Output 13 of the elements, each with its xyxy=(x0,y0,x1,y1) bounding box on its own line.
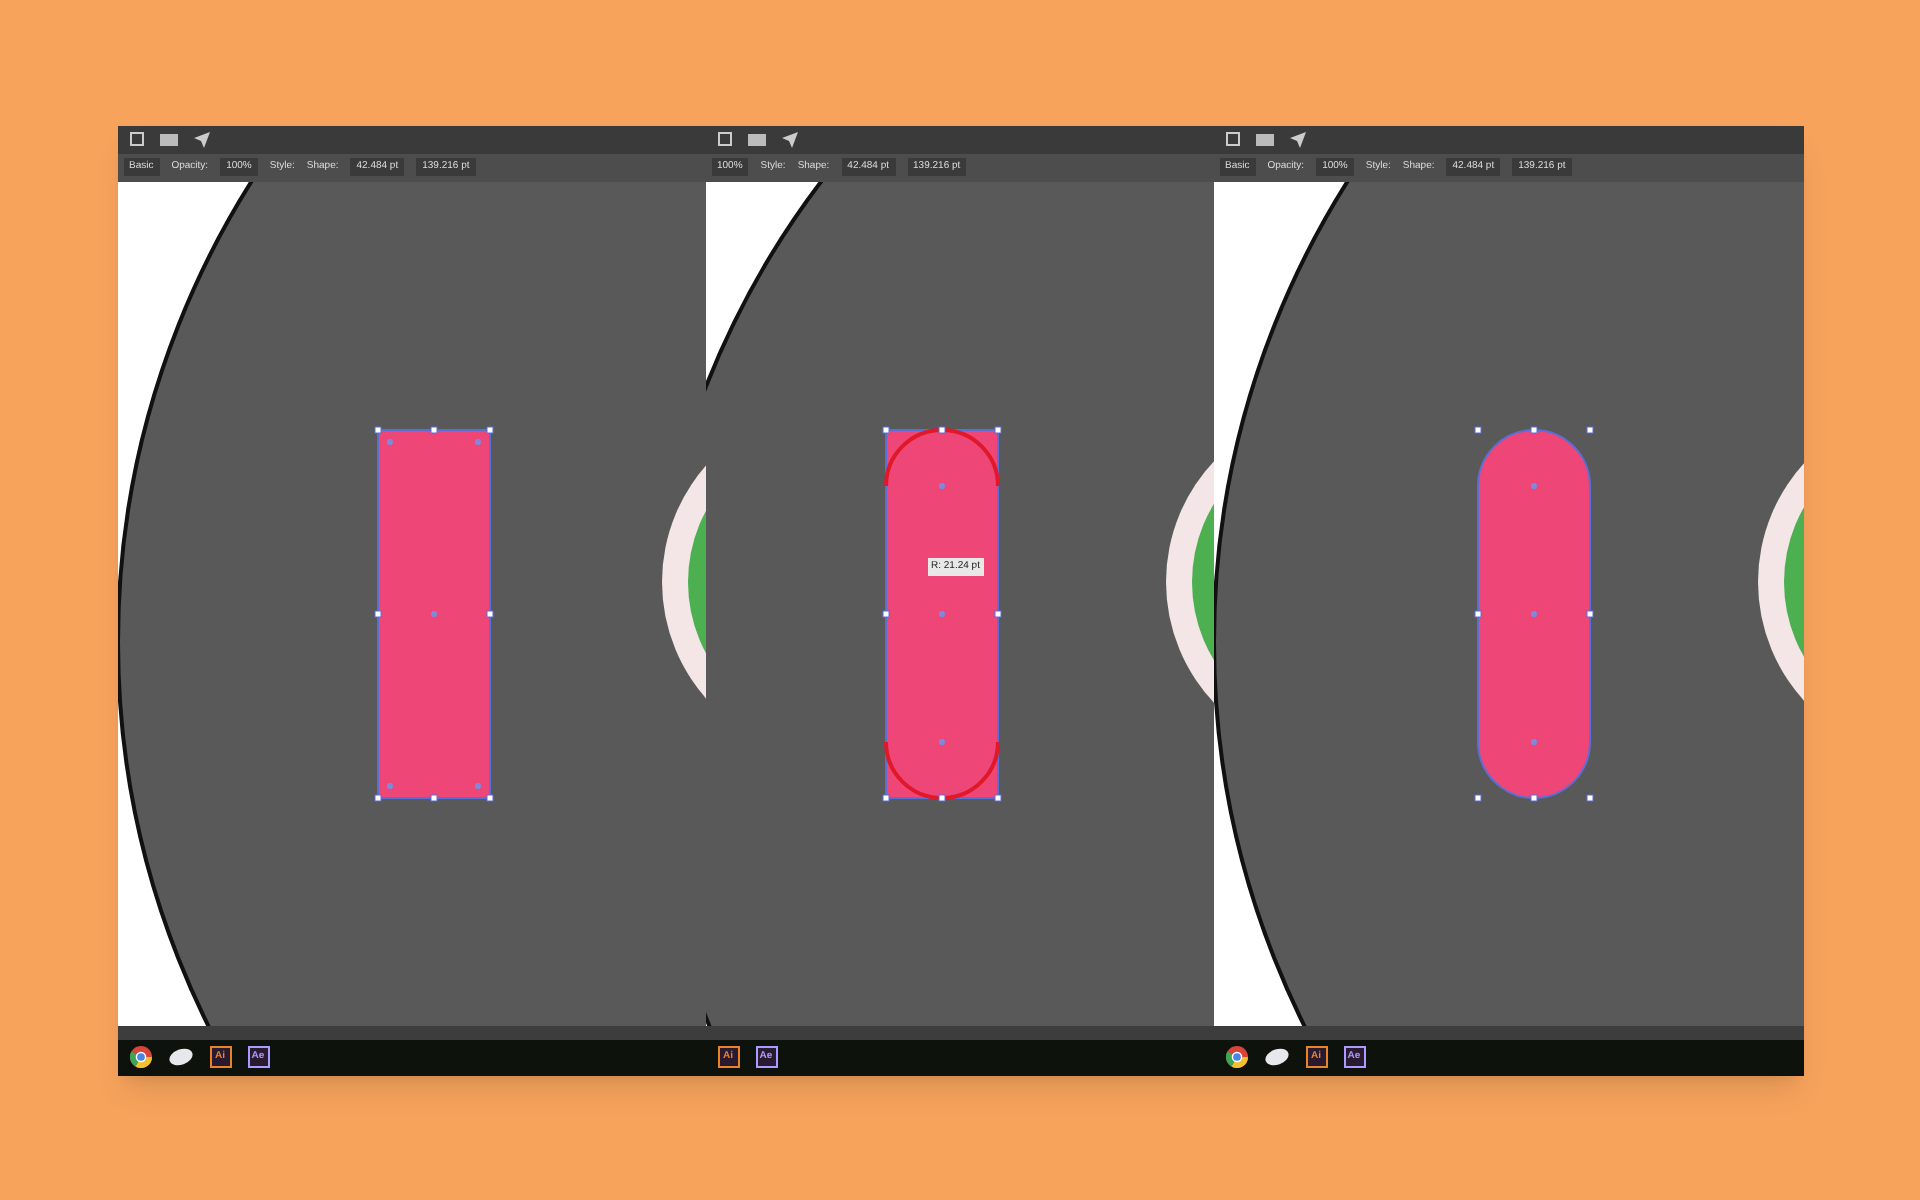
layout-icon[interactable] xyxy=(1255,133,1273,145)
layout-icon[interactable] xyxy=(747,133,765,145)
browser-icon[interactable] xyxy=(129,1046,151,1068)
send-icon[interactable] xyxy=(1289,131,1305,147)
mouse-icon[interactable] xyxy=(1263,1048,1289,1066)
mouse-icon[interactable] xyxy=(167,1048,193,1066)
panel-icon[interactable] xyxy=(1225,132,1239,146)
browser-icon[interactable] xyxy=(1225,1046,1247,1068)
send-icon[interactable] xyxy=(781,131,797,147)
layout-icon[interactable] xyxy=(159,133,177,145)
send-icon[interactable] xyxy=(193,131,209,147)
panel-icon[interactable] xyxy=(717,132,731,146)
panel-icon[interactable] xyxy=(129,132,143,146)
